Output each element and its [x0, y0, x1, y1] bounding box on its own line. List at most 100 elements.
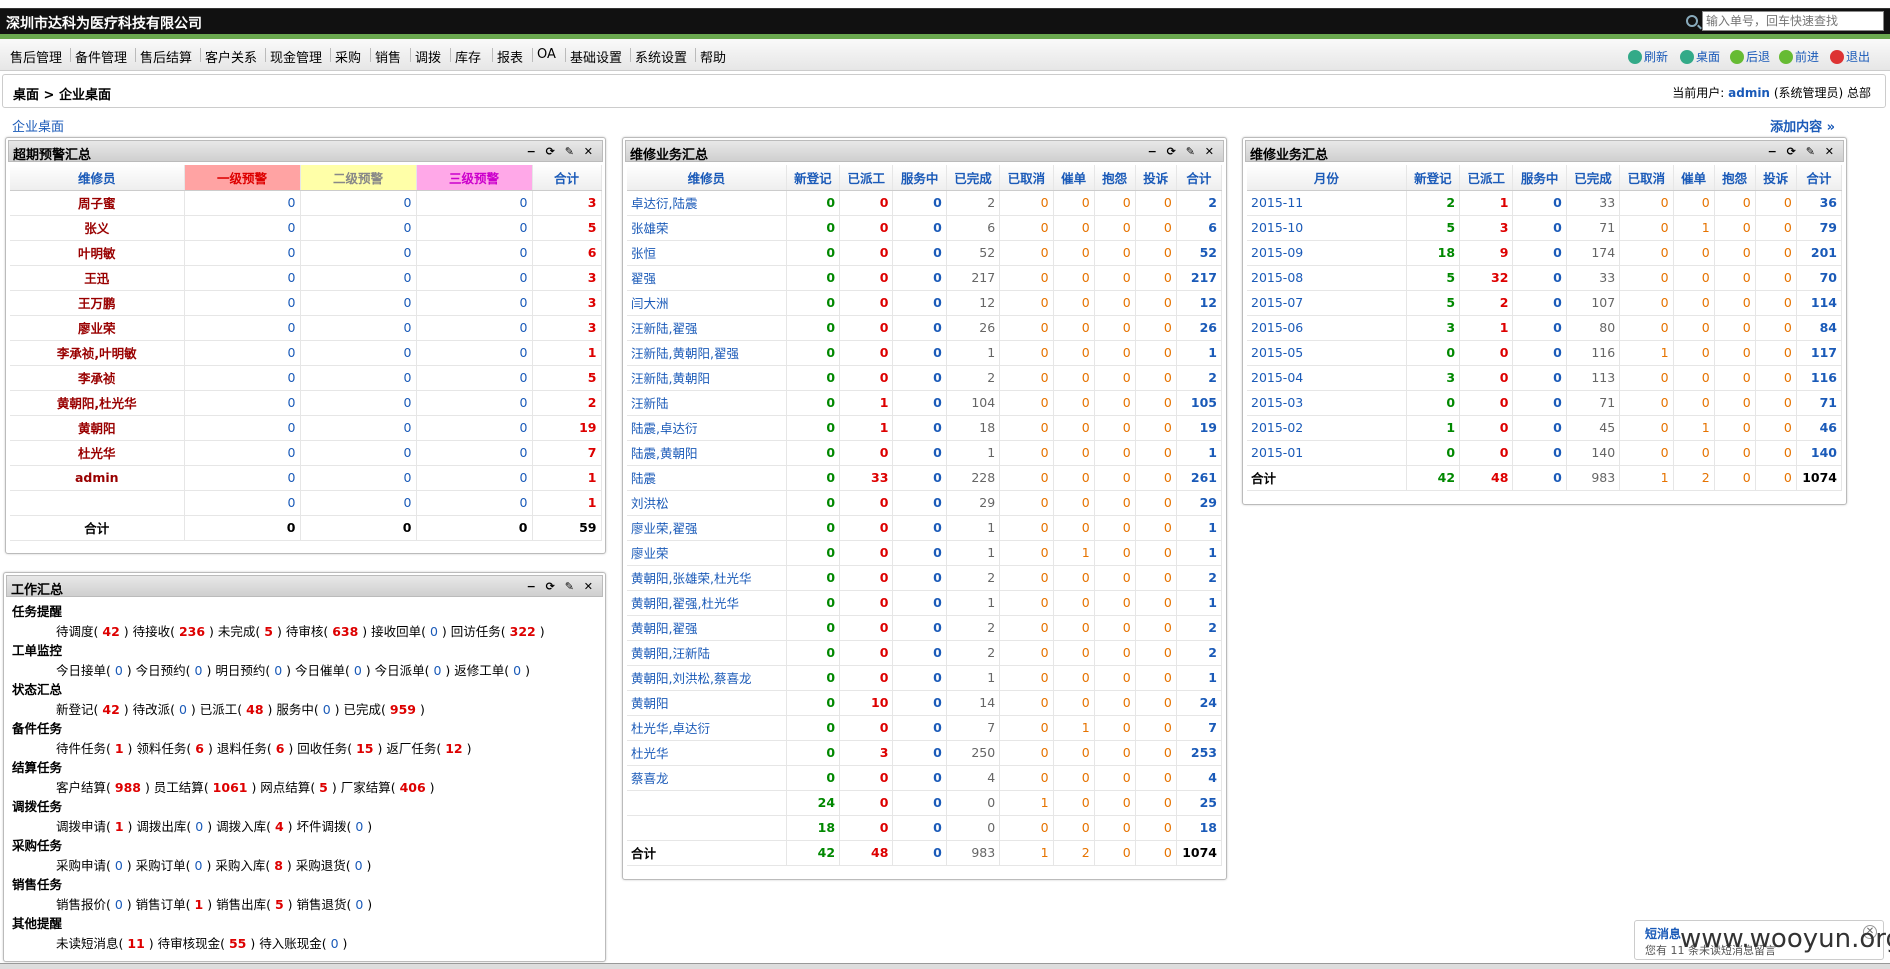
menu-item[interactable]: 售后管理: [10, 47, 62, 66]
work-item-label[interactable]: 调拨出库: [136, 819, 186, 834]
row-label[interactable]: 2015-01: [1247, 440, 1407, 466]
row-label[interactable]: 杜光华,卓达衍: [627, 715, 787, 741]
row-label[interactable]: 陆震: [627, 465, 787, 491]
technician-name[interactable]: 王迅: [10, 265, 185, 291]
work-item-count[interactable]: 5: [319, 780, 328, 795]
column-header[interactable]: 二级预警: [300, 165, 417, 191]
row-label[interactable]: 杜光华: [627, 740, 787, 766]
cell-value[interactable]: 26: [1176, 315, 1223, 341]
cell-value[interactable]: 79: [1796, 215, 1843, 241]
cell-value[interactable]: 117: [1796, 340, 1843, 366]
cell-value[interactable]: 6: [1176, 215, 1223, 241]
row-label[interactable]: 黄朝阳,汪新陆: [627, 640, 787, 666]
row-label[interactable]: 黄朝阳,翟强: [627, 615, 787, 641]
work-item-count[interactable]: 6: [276, 741, 285, 756]
row-label[interactable]: 廖业荣,翟强: [627, 515, 787, 541]
row-label[interactable]: 蔡喜龙: [627, 765, 787, 791]
work-item-label[interactable]: 服务中: [276, 702, 314, 717]
cell-value[interactable]: 18: [1176, 815, 1223, 841]
tool-desktop[interactable]: 桌面: [1680, 48, 1720, 65]
work-item-label[interactable]: 待审核: [286, 624, 324, 639]
cell-value[interactable]: 1: [1176, 590, 1223, 616]
cell-value[interactable]: 2: [1176, 615, 1223, 641]
cell-value[interactable]: 2: [1176, 190, 1223, 216]
work-item-label[interactable]: 回收任务: [297, 741, 347, 756]
work-item-count[interactable]: 0: [331, 936, 339, 951]
work-item-count[interactable]: 0: [115, 858, 123, 873]
work-item-count[interactable]: 0: [355, 897, 363, 912]
work-item-label[interactable]: 未完成: [218, 624, 256, 639]
work-item-count[interactable]: 11: [127, 936, 144, 951]
work-item-count[interactable]: 0: [195, 819, 203, 834]
menu-item[interactable]: 采购: [335, 47, 361, 66]
cell-value[interactable]: 114: [1796, 290, 1843, 316]
column-header[interactable]: 服务中: [1512, 165, 1567, 191]
cell-value[interactable]: 46: [1796, 415, 1843, 441]
column-header[interactable]: 已取消: [999, 165, 1054, 191]
menu-item[interactable]: 库存: [455, 47, 481, 66]
column-header[interactable]: 抱怨: [1714, 165, 1756, 191]
cell-value[interactable]: 36: [1796, 190, 1843, 216]
row-label[interactable]: 翟强: [627, 265, 787, 291]
cell-value[interactable]: 201: [1796, 240, 1843, 266]
work-item-count[interactable]: 1: [195, 897, 204, 912]
technician-name[interactable]: 杜光华: [10, 440, 185, 466]
row-label[interactable]: 刘洪松: [627, 490, 787, 516]
work-item-label[interactable]: 销售退货: [296, 897, 346, 912]
row-label[interactable]: 汪新陆,黄朝阳: [627, 365, 787, 391]
column-header[interactable]: 月份: [1247, 165, 1407, 191]
row-label[interactable]: 2015-11: [1247, 190, 1407, 216]
work-item-label[interactable]: 待接收: [133, 624, 171, 639]
technician-name[interactable]: 叶明敏: [10, 240, 185, 266]
work-item-count[interactable]: 0: [274, 663, 282, 678]
row-label[interactable]: 2015-09: [1247, 240, 1407, 266]
row-label[interactable]: 2015-02: [1247, 415, 1407, 441]
work-item-count[interactable]: 6: [195, 741, 204, 756]
work-item-label[interactable]: 网点结算: [260, 780, 310, 795]
work-item-count[interactable]: 0: [195, 858, 203, 873]
row-label[interactable]: 2015-10: [1247, 215, 1407, 241]
row-label[interactable]: 2015-04: [1247, 365, 1407, 391]
work-item-count[interactable]: 0: [115, 897, 123, 912]
technician-name[interactable]: 李承祯: [10, 365, 185, 391]
work-item-count[interactable]: 322: [510, 624, 536, 639]
work-item-label[interactable]: 已完成: [344, 702, 382, 717]
menu-item[interactable]: 系统设置: [635, 47, 687, 66]
column-header[interactable]: 合计: [1796, 165, 1843, 191]
work-item-count[interactable]: 0: [355, 819, 363, 834]
work-item-count[interactable]: 0: [513, 663, 521, 678]
technician-name[interactable]: 张义: [10, 215, 185, 241]
column-header[interactable]: 三级预警: [416, 165, 533, 191]
work-item-label[interactable]: 待审核现金: [158, 936, 221, 951]
quick-search-input[interactable]: [1702, 11, 1884, 31]
column-header[interactable]: 服务中: [892, 165, 947, 191]
cell-value[interactable]: 12: [1176, 290, 1223, 316]
row-label[interactable]: 黄朝阳,张雄荣,杜光华: [627, 565, 787, 591]
tool-forward[interactable]: 前进: [1779, 48, 1819, 65]
work-item-label[interactable]: 采购退货: [296, 858, 346, 873]
work-item-label[interactable]: 待入账现金: [259, 936, 322, 951]
work-item-label[interactable]: 待改派: [133, 702, 171, 717]
work-item-count[interactable]: 0: [115, 663, 123, 678]
column-header[interactable]: 已完成: [1566, 165, 1621, 191]
tool-logout[interactable]: 退出: [1830, 48, 1870, 65]
row-label[interactable]: 汪新陆,黄朝阳,翟强: [627, 340, 787, 366]
panel-controls-icon[interactable]: − ⟳ ✎ ✕: [527, 145, 596, 158]
cell-value[interactable]: 84: [1796, 315, 1843, 341]
technician-name[interactable]: [10, 490, 185, 516]
work-item-count[interactable]: 0: [323, 702, 331, 717]
work-item-count[interactable]: 1061: [213, 780, 248, 795]
row-label[interactable]: 卓达衍,陆震: [627, 190, 787, 216]
enterprise-desk-link[interactable]: 企业桌面: [12, 116, 64, 135]
technician-name[interactable]: 黄朝阳: [10, 415, 185, 441]
work-item-count[interactable]: 42: [102, 702, 119, 717]
work-item-label[interactable]: 待件任务: [56, 741, 106, 756]
row-label[interactable]: 闫大洲: [627, 290, 787, 316]
cell-value[interactable]: 70: [1796, 265, 1843, 291]
row-label[interactable]: [627, 815, 787, 841]
row-label[interactable]: 廖业荣: [627, 540, 787, 566]
menu-item[interactable]: 客户关系: [205, 47, 257, 66]
menu-item[interactable]: 报表: [497, 47, 523, 66]
column-header[interactable]: 已取消: [1619, 165, 1674, 191]
cell-value[interactable]: 1: [1176, 515, 1223, 541]
